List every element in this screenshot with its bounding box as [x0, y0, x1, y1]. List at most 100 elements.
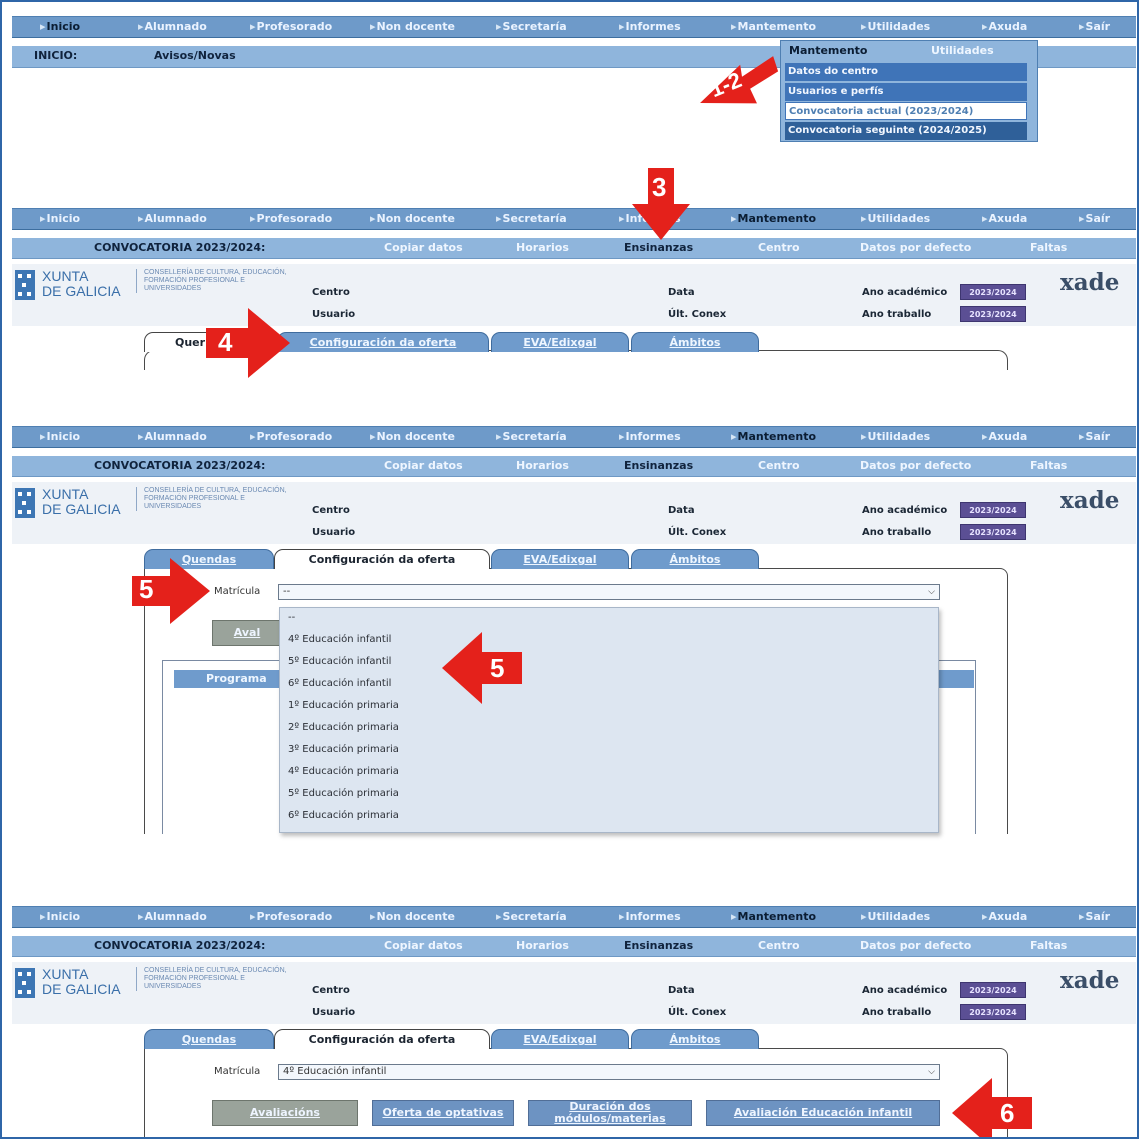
ano-traballo-badge[interactable]: 2023/2024 — [960, 306, 1026, 322]
nav-profesorado[interactable]: Profesorado — [250, 430, 333, 443]
nav-mantemento[interactable]: Mantemento — [731, 430, 817, 443]
nav-mantemento[interactable]: Mantemento — [731, 20, 817, 33]
nav-mantemento[interactable]: Mantemento — [731, 212, 817, 225]
subnav-ensinanzas[interactable]: Ensinanzas — [624, 241, 693, 254]
subnav-horarios[interactable]: Horarios — [516, 459, 569, 472]
nav-secretaria[interactable]: Secretaría — [496, 910, 567, 923]
nav-utilidades[interactable]: Utilidades — [861, 212, 931, 225]
matricula-select[interactable]: 4º Educación infantil ⌵ — [278, 1064, 940, 1080]
nav-alumnado[interactable]: Alumnado — [138, 430, 207, 443]
nav-secretaria[interactable]: Secretaría — [496, 212, 567, 225]
ano-academico-badge[interactable]: 2023/2024 — [960, 982, 1026, 998]
ano-academico-badge[interactable]: 2023/2024 — [960, 284, 1026, 300]
nav-alumnado[interactable]: Alumnado — [138, 212, 207, 225]
ano-traballo-label: Ano traballo — [862, 309, 932, 320]
tab-ambitos[interactable]: Ámbitos — [631, 1029, 759, 1049]
avisos-link[interactable]: Avisos/Novas — [154, 49, 236, 62]
avaliacions-button[interactable]: Avaliacións — [212, 1100, 358, 1126]
nav-secretaria[interactable]: Secretaría — [496, 430, 567, 443]
tab-eva-edixgal[interactable]: EVA/Edixgal — [491, 332, 629, 352]
nav-profesorado[interactable]: Profesorado — [250, 212, 333, 225]
option-4-infantil[interactable]: 4º Educación infantil — [288, 634, 391, 645]
option-empty[interactable]: -- — [288, 612, 295, 623]
ano-academico-badge[interactable]: 2023/2024 — [960, 502, 1026, 518]
nav-profesorado[interactable]: Profesorado — [250, 20, 333, 33]
nav-informes[interactable]: Informes — [619, 910, 681, 923]
nav-inicio[interactable]: Inicio — [40, 430, 81, 443]
option-5-primaria[interactable]: 5º Educación primaria — [288, 788, 399, 799]
subnav-centro[interactable]: Centro — [758, 241, 800, 254]
subnav-faltas[interactable]: Faltas — [1030, 459, 1067, 472]
menu-item-datos-centro[interactable]: Datos do centro — [785, 63, 1027, 81]
subnav-horarios[interactable]: Horarios — [516, 939, 569, 952]
tab-eva-edixgal[interactable]: EVA/Edixgal — [491, 549, 629, 569]
nav-sair[interactable]: Saír — [1079, 910, 1111, 923]
nav-axuda[interactable]: Axuda — [982, 212, 1028, 225]
subnav-ensinanzas[interactable]: Ensinanzas — [624, 459, 693, 472]
matricula-options-list: -- 4º Educación infantil 5º Educación in… — [279, 607, 939, 833]
tab-configuracion-oferta[interactable]: Configuración da oferta — [274, 549, 490, 569]
option-5-infantil[interactable]: 5º Educación infantil — [288, 656, 391, 667]
subnav-horarios[interactable]: Horarios — [516, 241, 569, 254]
subnav-ensinanzas[interactable]: Ensinanzas — [624, 939, 693, 952]
nav-non-docente[interactable]: Non docente — [370, 212, 455, 225]
option-6-infantil[interactable]: 6º Educación infantil — [288, 678, 391, 689]
subnav-faltas[interactable]: Faltas — [1030, 241, 1067, 254]
duracion-modulos-button[interactable]: Duración dos módulos/materias — [528, 1100, 692, 1126]
nav-alumnado[interactable]: Alumnado — [138, 910, 207, 923]
dropdown-header-utilidades[interactable]: Utilidades — [931, 44, 994, 57]
menu-item-convocatoria-seguinte[interactable]: Convocatoria seguinte (2024/2025) — [785, 122, 1027, 140]
avaliacions-button-partial[interactable]: Aval — [212, 620, 282, 646]
matricula-select[interactable]: -- ⌵ — [278, 584, 940, 600]
nav-utilidades[interactable]: Utilidades — [861, 20, 931, 33]
option-1-primaria[interactable]: 1º Educación primaria — [288, 700, 399, 711]
subnav-copiar-datos[interactable]: Copiar datos — [384, 939, 463, 952]
option-2-primaria[interactable]: 2º Educación primaria — [288, 722, 399, 733]
subnav-datos-por-defecto[interactable]: Datos por defecto — [860, 459, 971, 472]
avaliacion-educacion-infantil-button[interactable]: Avaliación Educación infantil — [706, 1100, 940, 1126]
subnav-centro[interactable]: Centro — [758, 459, 800, 472]
option-6-primaria[interactable]: 6º Educación primaria — [288, 810, 399, 821]
nav-inicio[interactable]: Inicio — [40, 212, 81, 225]
nav-axuda[interactable]: Axuda — [982, 910, 1028, 923]
option-3-primaria[interactable]: 3º Educación primaria — [288, 744, 399, 755]
nav-non-docente[interactable]: Non docente — [370, 430, 455, 443]
nav-sair[interactable]: Saír — [1079, 20, 1111, 33]
nav-axuda[interactable]: Axuda — [982, 20, 1028, 33]
nav-non-docente[interactable]: Non docente — [370, 910, 455, 923]
ano-traballo-badge[interactable]: 2023/2024 — [960, 1004, 1026, 1020]
nav-inicio[interactable]: Inicio — [40, 20, 81, 33]
nav-profesorado[interactable]: Profesorado — [250, 910, 333, 923]
subnav-copiar-datos[interactable]: Copiar datos — [384, 241, 463, 254]
nav-utilidades[interactable]: Utilidades — [861, 430, 931, 443]
oferta-optativas-button[interactable]: Oferta de optativas — [372, 1100, 514, 1126]
nav-inicio[interactable]: Inicio — [40, 910, 81, 923]
subnav-faltas[interactable]: Faltas — [1030, 939, 1067, 952]
tab-quendas[interactable]: Quendas — [144, 1029, 274, 1049]
ano-traballo-badge[interactable]: 2023/2024 — [960, 524, 1026, 540]
tab-configuracion-oferta[interactable]: Configuración da oferta — [274, 1029, 490, 1049]
screenshot-frame: { "topnav": { "items": ["Inicio","Alumna… — [0, 0, 1139, 1139]
nav-alumnado[interactable]: Alumnado — [138, 20, 207, 33]
option-4-primaria[interactable]: 4º Educación primaria — [288, 766, 399, 777]
nav-sair[interactable]: Saír — [1079, 430, 1111, 443]
dropdown-header-mantemento[interactable]: Mantemento — [789, 44, 868, 57]
nav-sair[interactable]: Saír — [1079, 212, 1111, 225]
tab-ambitos[interactable]: Ámbitos — [631, 332, 759, 352]
tab-eva-edixgal[interactable]: EVA/Edixgal — [491, 1029, 629, 1049]
nav-informes[interactable]: Informes — [619, 430, 681, 443]
nav-axuda[interactable]: Axuda — [982, 430, 1028, 443]
subnav-copiar-datos[interactable]: Copiar datos — [384, 459, 463, 472]
nav-secretaria[interactable]: Secretaría — [496, 20, 567, 33]
menu-item-usuarios-perfis[interactable]: Usuarios e perfís — [785, 83, 1027, 101]
nav-informes[interactable]: Informes — [619, 20, 681, 33]
tab-ambitos[interactable]: Ámbitos — [631, 549, 759, 569]
nav-mantemento[interactable]: Mantemento — [731, 910, 817, 923]
subnav-datos-por-defecto[interactable]: Datos por defecto — [860, 241, 971, 254]
subnav-centro[interactable]: Centro — [758, 939, 800, 952]
nav-non-docente[interactable]: Non docente — [370, 20, 455, 33]
subnav-datos-por-defecto[interactable]: Datos por defecto — [860, 939, 971, 952]
nav-utilidades[interactable]: Utilidades — [861, 910, 931, 923]
tab-configuracion-oferta[interactable]: Configuración da oferta — [277, 332, 489, 352]
menu-item-convocatoria-actual[interactable]: Convocatoria actual (2023/2024) — [785, 102, 1027, 120]
